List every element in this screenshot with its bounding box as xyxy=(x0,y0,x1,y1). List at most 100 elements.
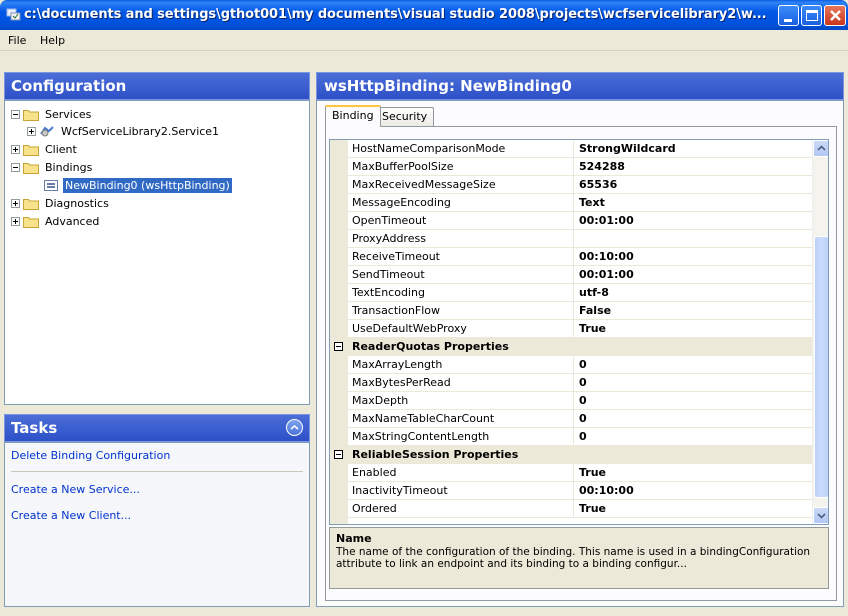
property-row[interactable]: MaxBufferPoolSize 524288 xyxy=(330,158,812,176)
chevron-up-icon xyxy=(290,425,299,430)
collapse-icon[interactable] xyxy=(11,163,20,172)
property-row[interactable]: Enabled True xyxy=(330,464,812,482)
left-pane: Configuration Services WcfServiceLibrary… xyxy=(4,72,310,607)
property-value[interactable]: 524288 xyxy=(574,158,812,176)
tree-label: NewBinding0 (wsHttpBinding) xyxy=(63,178,232,193)
property-row[interactable]: SendTimeout 00:01:00 xyxy=(330,266,812,284)
property-row[interactable]: MaxStringContentLength 0 xyxy=(330,428,812,446)
binding-icon xyxy=(44,180,58,191)
property-name: MaxReceivedMessageSize xyxy=(348,176,574,194)
scroll-down-button[interactable] xyxy=(813,507,828,524)
tree-node-service1[interactable]: WcfServiceLibrary2.Service1 xyxy=(27,123,221,140)
property-row[interactable]: MaxReceivedMessageSize 65536 xyxy=(330,176,812,194)
property-row[interactable]: TextEncoding utf-8 xyxy=(330,284,812,302)
property-value[interactable]: True xyxy=(574,500,812,518)
property-row[interactable]: MessageEncoding Text xyxy=(330,194,812,212)
expand-icon[interactable] xyxy=(11,199,20,208)
tree-node-newbinding0[interactable]: NewBinding0 (wsHttpBinding) xyxy=(43,177,232,194)
tab-security[interactable]: Security xyxy=(375,107,435,126)
category-readerquotas[interactable]: ReaderQuotas Properties xyxy=(330,338,812,356)
property-row[interactable]: MaxArrayLength 0 xyxy=(330,356,812,374)
collapse-icon[interactable] xyxy=(334,450,343,459)
create-service-link[interactable]: Create a New Service... xyxy=(11,483,140,496)
menu-help[interactable]: Help xyxy=(40,34,65,47)
property-name: TextEncoding xyxy=(348,284,574,302)
property-value[interactable]: Text xyxy=(574,194,812,212)
property-name: Enabled xyxy=(348,464,574,482)
property-row[interactable]: OpenTimeout 00:01:00 xyxy=(330,212,812,230)
delete-binding-link[interactable]: Delete Binding Configuration xyxy=(11,449,170,462)
tasks-panel: Delete Binding Configuration Create a Ne… xyxy=(4,442,310,607)
property-value[interactable]: 00:10:00 xyxy=(574,248,812,266)
property-name: HostNameComparisonMode xyxy=(348,140,574,158)
divider xyxy=(11,471,303,472)
right-pane: wsHttpBinding: NewBinding0 Binding Secur… xyxy=(316,72,844,607)
folder-icon xyxy=(23,110,39,121)
close-button[interactable] xyxy=(824,5,846,26)
property-row[interactable]: TransactionFlow False xyxy=(330,302,812,320)
property-value[interactable]: 0 xyxy=(574,410,812,428)
property-value[interactable]: StrongWildcard xyxy=(574,140,812,158)
property-name: MaxBytesPerRead xyxy=(348,374,574,392)
scroll-up-button[interactable] xyxy=(813,140,828,157)
expand-icon[interactable] xyxy=(27,127,36,136)
tree-node-services[interactable]: Services xyxy=(11,106,93,123)
collapse-icon[interactable] xyxy=(334,342,343,351)
configuration-tree[interactable]: Services WcfServiceLibrary2.Service1 Cli… xyxy=(4,100,310,405)
property-value[interactable]: False xyxy=(574,302,812,320)
property-row[interactable]: HostNameComparisonMode StrongWildcard xyxy=(330,140,812,158)
tree-node-bindings[interactable]: Bindings xyxy=(11,159,94,176)
minimize-button[interactable] xyxy=(778,5,799,26)
title-bar[interactable]: c:\documents and settings\gthot001\my do… xyxy=(0,0,848,30)
category-title: ReaderQuotas Properties xyxy=(352,340,509,353)
property-row[interactable]: MaxNameTableCharCount 0 xyxy=(330,410,812,428)
property-value[interactable]: utf-8 xyxy=(574,284,812,302)
scroll-thumb[interactable] xyxy=(814,236,828,498)
property-value[interactable]: True xyxy=(574,320,812,338)
tab-binding[interactable]: Binding xyxy=(325,105,381,127)
create-client-link[interactable]: Create a New Client... xyxy=(11,509,131,522)
property-value[interactable]: True xyxy=(574,464,812,482)
property-value[interactable]: 0 xyxy=(574,356,812,374)
property-value[interactable]: 0 xyxy=(574,428,812,446)
expand-icon[interactable] xyxy=(11,217,20,226)
category-reliablesession[interactable]: ReliableSession Properties xyxy=(330,446,812,464)
vertical-scrollbar[interactable] xyxy=(812,140,828,524)
property-row[interactable]: ReceiveTimeout 00:10:00 xyxy=(330,248,812,266)
binding-editor: Binding Security HostNameComparisonMode S… xyxy=(316,100,844,607)
service-icon xyxy=(40,126,54,137)
property-row[interactable]: InactivityTimeout 00:10:00 xyxy=(330,482,812,500)
property-row[interactable]: UseDefaultWebProxy True xyxy=(330,320,812,338)
expand-icon[interactable] xyxy=(11,145,20,154)
property-value[interactable]: 00:01:00 xyxy=(574,266,812,284)
tasks-collapse-button[interactable] xyxy=(286,419,303,436)
tree-node-diagnostics[interactable]: Diagnostics xyxy=(11,195,111,212)
tree-node-advanced[interactable]: Advanced xyxy=(11,213,101,230)
property-value[interactable]: 00:01:00 xyxy=(574,212,812,230)
property-row[interactable]: ProxyAddress xyxy=(330,230,812,248)
folder-icon xyxy=(23,163,39,174)
tree-label: WcfServiceLibrary2.Service1 xyxy=(61,125,220,138)
collapse-icon[interactable] xyxy=(11,110,20,119)
property-name: MaxStringContentLength xyxy=(348,428,574,446)
property-value[interactable] xyxy=(574,230,812,248)
maximize-button[interactable] xyxy=(801,5,822,26)
tree-label: Advanced xyxy=(45,215,100,228)
property-row[interactable]: MaxBytesPerRead 0 xyxy=(330,374,812,392)
property-grid[interactable]: HostNameComparisonMode StrongWildcard MaxB… xyxy=(329,139,829,525)
property-value[interactable]: 00:10:00 xyxy=(574,482,812,500)
chevron-up-icon xyxy=(817,145,826,151)
tree-node-client[interactable]: Client xyxy=(11,141,79,158)
tasks-header: Tasks xyxy=(4,414,310,442)
property-row[interactable]: MaxDepth 0 xyxy=(330,392,812,410)
property-name: ReceiveTimeout xyxy=(348,248,574,266)
property-value[interactable]: 0 xyxy=(574,392,812,410)
folder-icon xyxy=(23,145,39,156)
menu-file[interactable]: File xyxy=(8,34,26,47)
property-value[interactable]: 0 xyxy=(574,374,812,392)
property-name: InactivityTimeout xyxy=(348,482,574,500)
property-name: MaxArrayLength xyxy=(348,356,574,374)
property-row[interactable]: Ordered True xyxy=(330,500,812,518)
tasks-title: Tasks xyxy=(11,419,58,437)
property-value[interactable]: 65536 xyxy=(574,176,812,194)
